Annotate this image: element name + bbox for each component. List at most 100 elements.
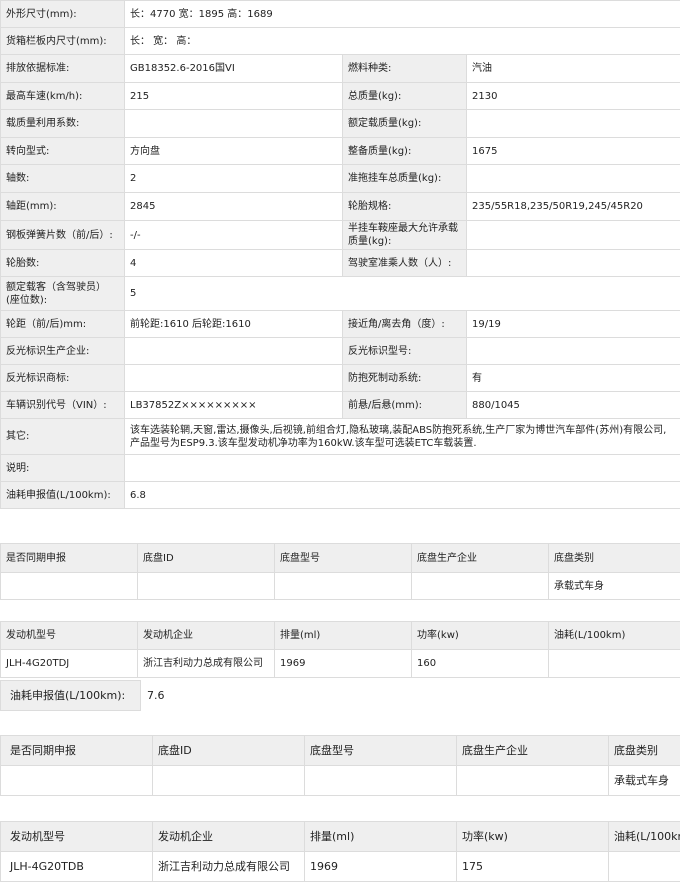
spec-value: GB18352.6-2016国VI	[125, 55, 343, 83]
spec-value: 方向盘	[125, 138, 343, 165]
engine1-cell: 浙江吉利动力总成有限公司	[138, 650, 275, 678]
engine1-cell: 160	[412, 650, 549, 678]
chassis2-header: 底盘生产企业	[457, 736, 609, 766]
engine2-header: 发动机型号	[1, 822, 153, 852]
spec-label: 轴数:	[1, 165, 125, 193]
chassis1-cell	[1, 573, 138, 600]
engine1-header: 发动机型号	[1, 622, 138, 650]
spec-label: 货箱栏板内尺寸(mm):	[1, 28, 125, 55]
engine2-header: 功率(kw)	[457, 822, 609, 852]
spec-value: 5	[125, 277, 680, 311]
spec-label: 半挂车鞍座最大允许承载质量(kg):	[343, 221, 467, 250]
spec-value: 235/55R18,235/50R19,245/45R20	[467, 193, 680, 221]
spec-label: 整备质量(kg):	[343, 138, 467, 165]
spec-value	[125, 365, 343, 392]
spec-row: 轮距（前/后)mm:前轮距:1610 后轮距:1610接近角/离去角（度）:19…	[1, 311, 680, 338]
engine2-header: 发动机企业	[153, 822, 305, 852]
chassis2-cell	[457, 766, 609, 796]
spec-value	[467, 110, 680, 138]
fuel2-label: 油耗申报值(L/100km):	[1, 681, 141, 711]
chassis2-header: 底盘ID	[153, 736, 305, 766]
spec-row: 油耗申报值(L/100km):6.8	[1, 482, 680, 509]
engine2-cell: 浙江吉利动力总成有限公司	[153, 852, 305, 882]
spec-label: 油耗申报值(L/100km):	[1, 482, 125, 509]
spec-row: 其它:该车选装轮辋,天窗,雷达,摄像头,后视镜,前组合灯,隐私玻璃,装配ABS防…	[1, 419, 680, 455]
fuel2-value: 7.6	[141, 681, 680, 711]
spec-label: 外形尺寸(mm):	[1, 1, 125, 28]
chassis2-header: 是否同期申报	[1, 736, 153, 766]
spec-row: 钢板弹簧片数（前/后）:-/-半挂车鞍座最大允许承载质量(kg):	[1, 221, 680, 250]
spec-value: 长：4770 宽：1895 高：1689	[125, 1, 680, 28]
spec-label: 车辆识别代号（VIN）:	[1, 392, 125, 419]
chassis-table-1: 是否同期申报 底盘ID 底盘型号 底盘生产企业 底盘类别 承载式车身	[0, 543, 680, 600]
spec-value: 6.8	[125, 482, 680, 509]
chassis2-cell	[1, 766, 153, 796]
chassis-table-2: 是否同期申报 底盘ID 底盘型号 底盘生产企业 底盘类别 承载式车身	[0, 735, 680, 796]
spec-value	[467, 338, 680, 365]
spec-value: 19/19	[467, 311, 680, 338]
spec-value: 前轮距:1610 后轮距:1610	[125, 311, 343, 338]
chassis2-header: 底盘类别	[609, 736, 680, 766]
chassis2-cell	[153, 766, 305, 796]
spec-row: 轮胎数:4驾驶室准乘人数（人）:	[1, 250, 680, 277]
spec-value	[125, 455, 680, 482]
engine1-cell	[549, 650, 680, 678]
engine2-header: 排量(ml)	[305, 822, 457, 852]
spec-label: 排放依据标准:	[1, 55, 125, 83]
engine1-header: 排量(ml)	[275, 622, 412, 650]
chassis2-cell	[305, 766, 457, 796]
spec-label: 轮胎数:	[1, 250, 125, 277]
spec-label: 额定载质量(kg):	[343, 110, 467, 138]
spec-value: -/-	[125, 221, 343, 250]
spec-label: 驾驶室准乘人数（人）:	[343, 250, 467, 277]
fuel-table-2: 油耗申报值(L/100km): 7.6	[0, 680, 680, 711]
spec-value: 有	[467, 365, 680, 392]
spec-label: 其它:	[1, 419, 125, 455]
chassis1-cell	[138, 573, 275, 600]
spec-label: 反光标识型号:	[343, 338, 467, 365]
spec-label: 反光标识商标:	[1, 365, 125, 392]
spec-row: 最高车速(km/h):215总质量(kg):2130	[1, 83, 680, 110]
chassis2-header: 底盘型号	[305, 736, 457, 766]
chassis1-header: 是否同期申报	[1, 544, 138, 573]
spec-row: 转向型式:方向盘整备质量(kg):1675	[1, 138, 680, 165]
spec-row: 排放依据标准:GB18352.6-2016国VI燃料种类:汽油	[1, 55, 680, 83]
engine2-cell: 175	[457, 852, 609, 882]
spec-label: 防抱死制动系统:	[343, 365, 467, 392]
engine1-header: 油耗(L/100km)	[549, 622, 680, 650]
spec-value: 215	[125, 83, 343, 110]
spec-value: 1675	[467, 138, 680, 165]
chassis1-cell	[412, 573, 549, 600]
spec-row: 外形尺寸(mm):长：4770 宽：1895 高：1689	[1, 1, 680, 28]
spec-value: 2845	[125, 193, 343, 221]
engine2-header: 油耗(L/100km)	[609, 822, 680, 852]
engine2-cell: JLH-4G20TDB	[1, 852, 153, 882]
engine-table-1: 发动机型号 发动机企业 排量(ml) 功率(kw) 油耗(L/100km) JL…	[0, 621, 680, 678]
spec-label: 前悬/后悬(mm):	[343, 392, 467, 419]
spec-label: 转向型式:	[1, 138, 125, 165]
spec-value: 汽油	[467, 55, 680, 83]
spec-label: 轴距(mm):	[1, 193, 125, 221]
spec-label: 钢板弹簧片数（前/后）:	[1, 221, 125, 250]
spec-row: 反光标识商标: 防抱死制动系统:有	[1, 365, 680, 392]
spec-label: 燃料种类:	[343, 55, 467, 83]
spec-row: 货箱栏板内尺寸(mm):长： 宽： 高：	[1, 28, 680, 55]
spec-label: 说明:	[1, 455, 125, 482]
spec-value	[125, 338, 343, 365]
spec-label: 轮胎规格:	[343, 193, 467, 221]
spec-value	[467, 165, 680, 193]
engine2-cell: 1969	[305, 852, 457, 882]
spec-value: 880/1045	[467, 392, 680, 419]
chassis1-header: 底盘生产企业	[412, 544, 549, 573]
engine1-cell: JLH-4G20TDJ	[1, 650, 138, 678]
spec-value: 长： 宽： 高：	[125, 28, 680, 55]
spec-value: LB37852Z×××××××××	[125, 392, 343, 419]
engine-table-2: 发动机型号 发动机企业 排量(ml) 功率(kw) 油耗(L/100km) JL…	[0, 821, 680, 882]
spec-value	[467, 250, 680, 277]
engine1-header: 功率(kw)	[412, 622, 549, 650]
spec-row: 轴数:2准拖挂车总质量(kg):	[1, 165, 680, 193]
chassis1-header: 底盘类别	[549, 544, 680, 573]
spec-label: 额定载客（含驾驶员）(座位数):	[1, 277, 125, 311]
spec-row: 反光标识生产企业:反光标识型号:	[1, 338, 680, 365]
spec-value	[467, 221, 680, 250]
